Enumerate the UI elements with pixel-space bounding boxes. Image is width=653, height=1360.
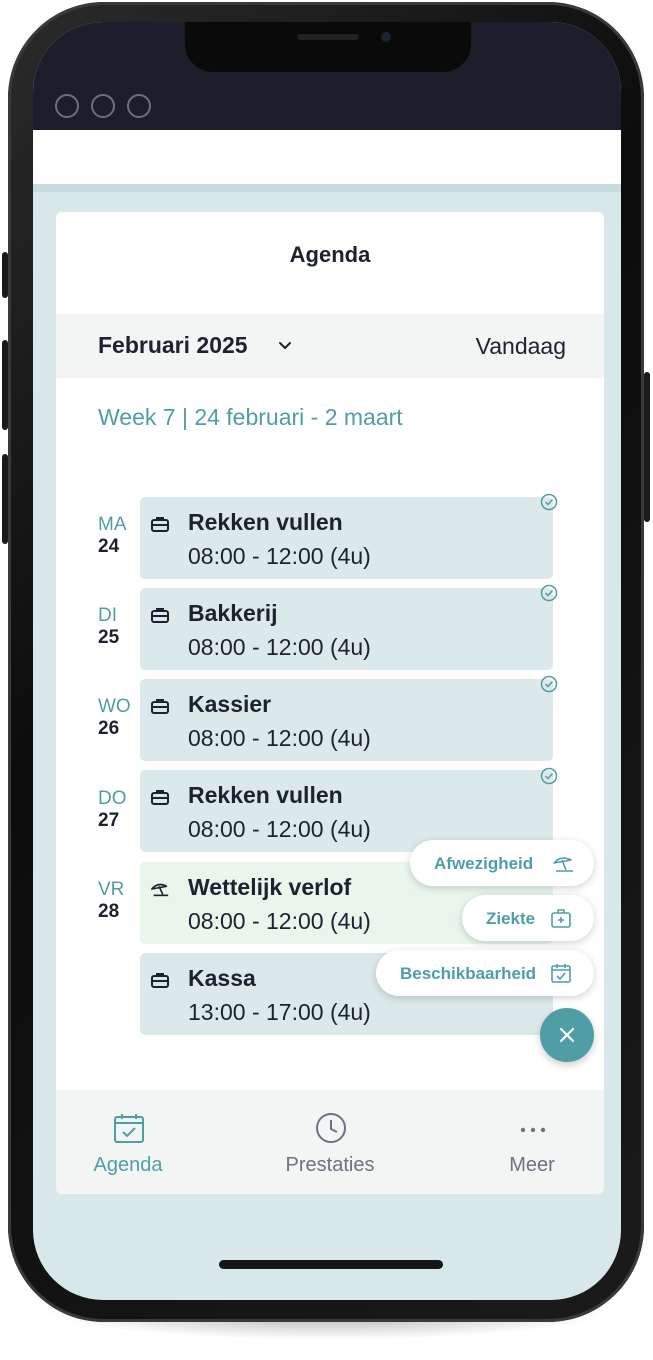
home-indicator [219,1260,443,1269]
side-button-volume-up [2,340,8,430]
shift-time: 13:00 - 17:00 (4u) [188,999,371,1025]
absence-label: Afwezigheid [434,854,534,873]
header-divider [33,184,621,192]
nav-prestaties[interactable]: Prestaties [260,1090,400,1194]
check-circle-icon [540,493,558,511]
shift-name: Rekken vullen [188,782,343,808]
briefcase-icon [151,790,169,805]
fab-close-button[interactable] [540,1008,594,1062]
availability-button[interactable]: Beschikbaarheid [376,950,594,996]
side-button-silent [2,252,8,298]
side-button-power [644,372,650,522]
agenda-card: Agenda Februari 2025 Vandaag Week 7 | 24… [56,212,604,1192]
day-abbr: MA [98,514,127,535]
shift-time: 08:00 - 12:00 (4u) [188,725,371,751]
sickness-button[interactable]: Ziekte [462,895,594,941]
month-bar: Februari 2025 Vandaag [56,314,604,378]
week-range-label: Week 7 | 24 februari - 2 maart [98,404,403,430]
shift-time: 08:00 - 12:00 (4u) [188,634,371,660]
nav-agenda[interactable]: Agenda [58,1090,198,1194]
side-button-volume-down [2,454,8,544]
day-label: WO 26 [98,696,138,740]
briefcase-icon [151,517,169,532]
shift-name: Rekken vullen [188,509,343,535]
day-label: MA 24 [98,514,138,558]
notch [185,22,471,72]
chevron-down-icon[interactable] [278,338,292,352]
briefcase-icon [151,608,169,623]
shift-name: Wettelijk verlof [188,874,352,900]
nav-meer[interactable]: Meer [462,1090,602,1194]
shift-name: Kassa [188,965,256,991]
beach-umbrella-icon [151,883,169,897]
beach-umbrella-icon [553,857,573,872]
day-abbr: VR [98,879,125,900]
day-label: DI 25 [98,605,138,649]
close-icon [559,1027,575,1043]
nav-prestaties-label: Prestaties [285,1154,375,1176]
day-number: 27 [98,810,120,831]
absence-button[interactable]: Afwezigheid [410,840,594,886]
shift-time: 08:00 - 12:00 (4u) [188,908,371,934]
shift-card[interactable]: Bakkerij 08:00 - 12:00 (4u) [140,588,553,670]
window-maximize-dot[interactable] [127,94,151,118]
calendar-check-icon [114,1114,144,1143]
window-close-dot[interactable] [55,94,79,118]
shift-card[interactable]: Kassier 08:00 - 12:00 (4u) [140,679,553,761]
day-label: VR 28 [98,879,138,923]
briefcase-icon [151,973,169,988]
day-number: 24 [98,536,120,557]
camera [381,32,391,42]
window-titlebar [33,22,621,130]
bottom-nav: Agenda Prestaties Meer [56,1090,604,1194]
shift-name: Kassier [188,691,272,717]
day-abbr: WO [98,696,131,717]
phone-screen: Agenda Februari 2025 Vandaag Week 7 | 24… [33,22,621,1300]
today-button[interactable]: Vandaag [476,333,566,360]
month-selector[interactable]: Februari 2025 [98,332,248,359]
sickness-label: Ziekte [486,909,536,928]
check-circle-icon [540,584,558,602]
top-spacer [33,130,621,184]
window-minimize-dot[interactable] [91,94,115,118]
shift-time: 08:00 - 12:00 (4u) [188,543,371,569]
day-label: DO 27 [98,788,138,832]
calendar-check-icon [551,964,571,983]
check-circle-icon [540,675,558,693]
shift-card[interactable]: Rekken vullen 08:00 - 12:00 (4u) [140,497,553,579]
check-circle-icon [540,767,558,785]
day-abbr: DO [98,788,127,809]
speaker [297,34,359,40]
availability-label: Beschikbaarheid [400,964,537,983]
nav-agenda-label: Agenda [93,1154,163,1176]
briefcase-icon [151,699,169,714]
shift-time: 08:00 - 12:00 (4u) [188,816,371,842]
nav-meer-label: Meer [509,1154,555,1176]
shift-name: Bakkerij [188,600,278,626]
more-dots-icon [520,1127,546,1133]
day-number: 28 [98,901,120,922]
clock-icon [316,1113,346,1143]
day-number: 26 [98,718,120,739]
page-title: Agenda [289,242,371,267]
first-aid-kit-icon [551,909,571,928]
day-abbr: DI [98,605,117,626]
day-number: 25 [98,627,120,648]
